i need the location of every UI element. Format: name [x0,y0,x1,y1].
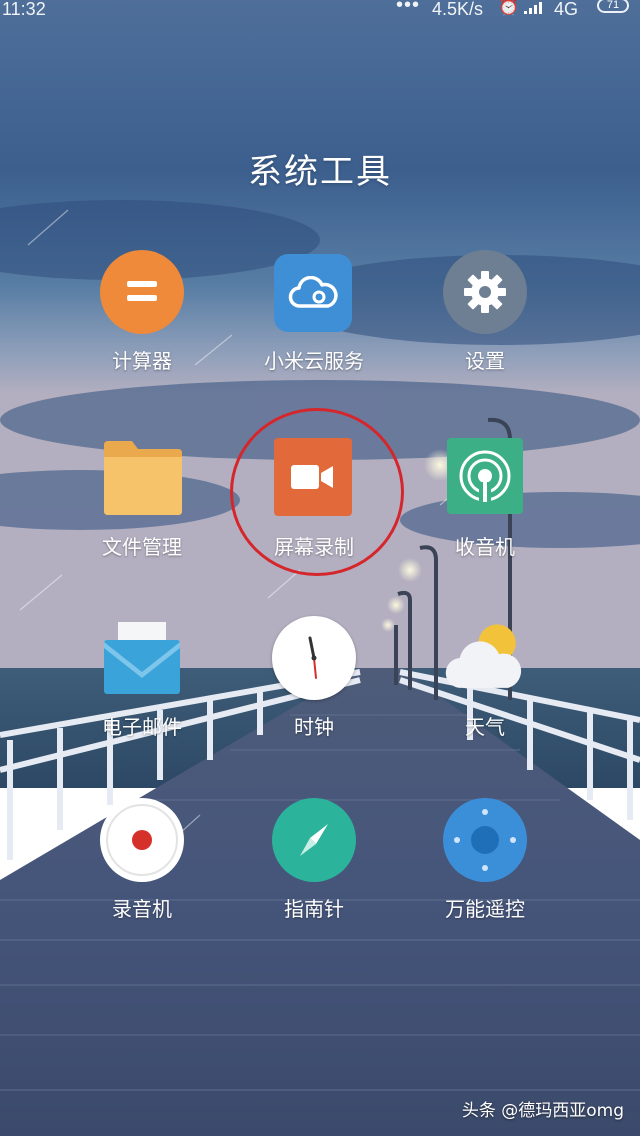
app-label: 时钟 [294,715,334,739]
calculator-icon [100,250,184,334]
envelope-icon [100,616,184,700]
network-type: 4G [554,0,579,19]
app-label: 计算器 [112,349,172,373]
app-label: 天气 [465,715,505,739]
app-label: 文件管理 [102,535,182,559]
battery-icon: 71 [597,0,629,13]
app-voice-recorder[interactable]: 录音机 [62,798,222,938]
folder-title[interactable]: 系统工具 [0,144,640,193]
cloud-icon [274,254,352,332]
signal-strength-icon [524,2,542,14]
remote-control-icon [443,798,527,882]
app-mi-cloud[interactable]: 小米云服务 [234,250,394,390]
app-weather[interactable]: 天气 [405,616,565,756]
app-compass[interactable]: 指南针 [234,798,394,938]
notification-dots-icon: ••• [396,0,421,16]
alarm-icon: ⏰ [498,0,520,16]
app-universal-remote[interactable]: 万能遥控 [405,798,565,938]
recorder-icon [100,798,184,882]
highlight-circle-annotation [230,408,404,576]
app-file-manager[interactable]: 文件管理 [62,436,222,576]
weather-sun-cloud-icon [443,616,527,700]
app-label: 万能遥控 [445,897,525,921]
app-label: 录音机 [112,897,172,921]
watermark: 头条 @德玛西亚omg [461,1101,624,1121]
app-radio[interactable]: 收音机 [405,436,565,576]
app-calculator[interactable]: 计算器 [62,250,222,390]
compass-icon [272,798,356,882]
app-clock[interactable]: 时钟 [234,616,394,756]
network-speed: 4.5K/s [432,0,484,19]
app-email[interactable]: 电子邮件 [62,616,222,756]
status-bar: 11:32 ••• 4.5K/s ⏰ 4G 71 [0,0,640,22]
clock-icon [272,616,356,700]
app-label: 收音机 [455,535,515,559]
folder-icon [100,436,184,520]
app-label: 设置 [465,349,505,373]
app-label: 电子邮件 [102,715,182,739]
app-settings[interactable]: 设置 [405,250,565,390]
app-label: 小米云服务 [264,349,364,373]
radio-icon [447,438,523,514]
gear-icon [443,250,527,334]
status-time: 11:32 [2,0,46,19]
app-label: 指南针 [284,897,344,921]
